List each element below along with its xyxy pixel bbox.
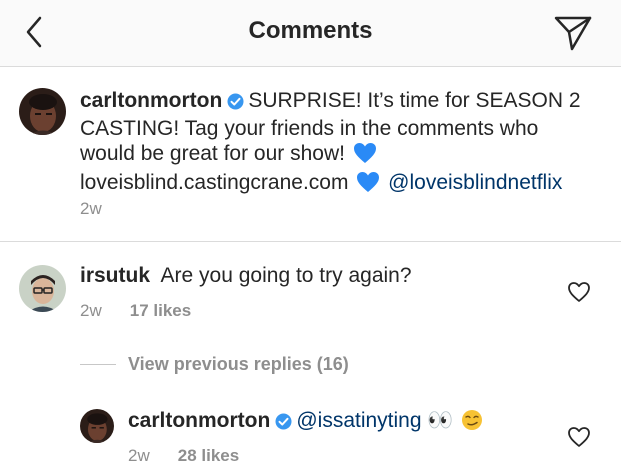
- reply-mention[interactable]: @issatinyting: [296, 409, 421, 432]
- reply-body: carltonmorton @issatinyting 👀: [128, 408, 485, 437]
- verified-badge-icon: [227, 91, 244, 116]
- avatar[interactable]: [19, 88, 66, 135]
- heart-outline-icon: [568, 282, 590, 302]
- header-bar: Comments: [0, 0, 621, 67]
- caption-link[interactable]: loveisblind.castingcrane.com: [80, 171, 348, 194]
- view-replies-button[interactable]: View previous replies (16): [128, 354, 349, 375]
- post-caption: carltonmorton SURPRISE! It’s time for SEA…: [80, 88, 600, 199]
- replies-divider-line: [80, 364, 116, 365]
- smirk-face-icon: [461, 409, 483, 437]
- page-title: Comments: [248, 17, 373, 44]
- send-button[interactable]: [553, 13, 593, 53]
- eyes-emoji: 👀: [427, 409, 454, 432]
- comment-username[interactable]: irsutuk: [80, 264, 150, 287]
- reply-username[interactable]: carltonmorton: [128, 409, 270, 432]
- blue-heart-icon: [353, 142, 377, 170]
- divider: [0, 241, 621, 242]
- caption-text-line2: CASTING! Tag your friends in the comment…: [80, 117, 539, 140]
- avatar[interactable]: [80, 409, 114, 443]
- caption-mention[interactable]: @loveisblindnetflix: [388, 171, 562, 194]
- like-button[interactable]: [567, 426, 591, 448]
- caption-time: 2w: [80, 199, 102, 218]
- like-button[interactable]: [567, 281, 591, 303]
- caption-username[interactable]: carltonmorton: [80, 89, 222, 112]
- comment-time: 2w: [80, 301, 102, 320]
- heart-outline-icon: [568, 427, 590, 447]
- comment-text: Are you going to try again?: [160, 264, 412, 287]
- comment-likes[interactable]: 17 likes: [130, 301, 191, 320]
- verified-badge-icon: [275, 411, 292, 436]
- comment-body: irsutuk Are you going to try again?: [80, 263, 412, 288]
- comment-meta: 2w 17 likes: [80, 301, 191, 321]
- reply-time: 2w: [128, 446, 150, 465]
- reply-meta: 2w 28 likes: [128, 446, 239, 466]
- caption-text-line1: SURPRISE! It’s time for SEASON 2: [248, 89, 581, 112]
- blue-heart-icon: [356, 171, 380, 199]
- caption-text-line3: would be great for our show!: [80, 142, 345, 165]
- avatar[interactable]: [19, 265, 66, 312]
- reply-likes[interactable]: 28 likes: [178, 446, 239, 465]
- paper-plane-icon: [554, 16, 592, 51]
- caption-meta: 2w: [80, 199, 102, 219]
